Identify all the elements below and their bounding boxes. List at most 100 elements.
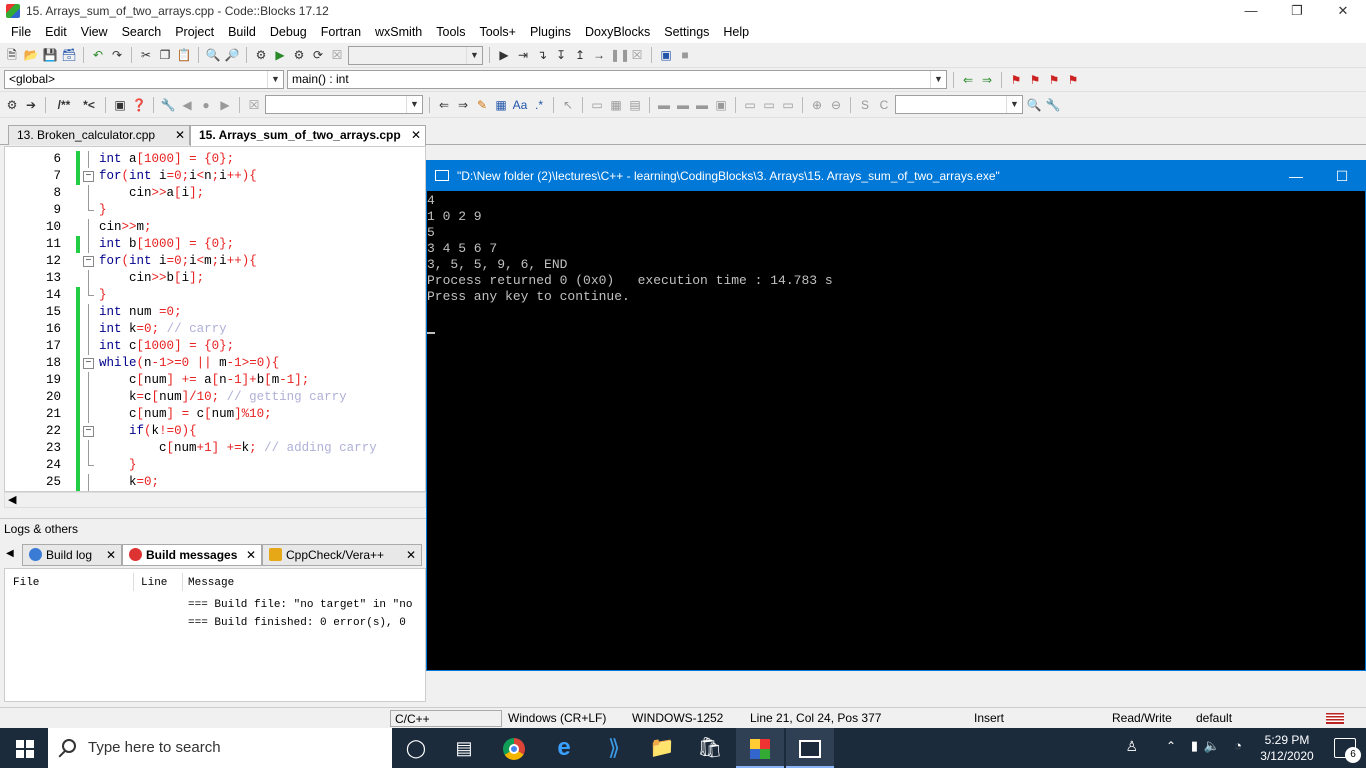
copy-icon[interactable]: ❐ bbox=[157, 47, 173, 63]
start-button[interactable] bbox=[0, 728, 48, 768]
code-line[interactable]: 9} bbox=[5, 202, 425, 219]
code-line[interactable]: 14} bbox=[5, 287, 425, 304]
console-taskbar-icon[interactable] bbox=[786, 728, 834, 768]
scope-select[interactable]: <global> ▼ bbox=[4, 70, 284, 89]
html-help-icon[interactable]: ▣ bbox=[112, 97, 128, 113]
shape-4-icon[interactable]: ▣ bbox=[713, 97, 729, 113]
editor-horizontal-scrollbar[interactable]: ◀ bbox=[4, 492, 426, 508]
chevron-up-icon[interactable]: ⌃ bbox=[1166, 739, 1176, 753]
column-message[interactable]: Message bbox=[188, 577, 234, 589]
code-line[interactable]: 6 int a[1000] = {0}; bbox=[5, 151, 425, 168]
close-icon[interactable]: ✕ bbox=[246, 545, 256, 566]
taskbar-search-input[interactable]: Type here to search bbox=[48, 728, 392, 768]
file-explorer-icon[interactable]: 📁 bbox=[638, 728, 686, 768]
tabs-scroll-left-icon[interactable]: ◀ bbox=[6, 548, 14, 559]
tab-broken-calculator[interactable]: 13. Broken_calculator.cpp ✕ bbox=[8, 125, 190, 145]
tab-cppcheck[interactable]: CppCheck/Vera++ ✕ bbox=[262, 544, 422, 566]
menu-tools-plus[interactable]: Tools+ bbox=[472, 22, 522, 43]
shape-7-icon[interactable]: ▭ bbox=[780, 97, 796, 113]
code-line[interactable]: 22 − if(k!=0){ bbox=[5, 423, 425, 440]
line-comment-button[interactable]: *< bbox=[79, 97, 99, 113]
find-icon[interactable]: 🔍 bbox=[205, 47, 221, 63]
volume-icon[interactable]: 🔈 bbox=[1204, 738, 1220, 754]
menu-search[interactable]: Search bbox=[115, 22, 169, 43]
rectangle-icon[interactable]: ▭ bbox=[589, 97, 605, 113]
tab-arrays-sum[interactable]: 15. Arrays_sum_of_two_arrays.cpp ✕ bbox=[190, 125, 426, 146]
highlight-icon[interactable]: ✎ bbox=[474, 97, 490, 113]
shape-6-icon[interactable]: ▭ bbox=[761, 97, 777, 113]
menu-build[interactable]: Build bbox=[221, 22, 263, 43]
console-maximize-button[interactable]: ☐ bbox=[1319, 161, 1365, 191]
clear-search-icon[interactable]: ☒ bbox=[246, 97, 262, 113]
task-view-icon[interactable]: ▤ bbox=[440, 728, 488, 768]
fold-minus-icon[interactable]: − bbox=[83, 358, 94, 369]
code-line[interactable]: 19 c[num] += a[n-1]+b[m-1]; bbox=[5, 372, 425, 389]
various-info-icon[interactable]: ■ bbox=[677, 47, 693, 63]
menu-settings[interactable]: Settings bbox=[657, 22, 716, 43]
replace-icon[interactable]: 🔎 bbox=[224, 47, 240, 63]
store-icon[interactable]: 🛍 bbox=[686, 728, 734, 768]
search-next-icon[interactable]: ⇒ bbox=[455, 97, 471, 113]
menu-plugins[interactable]: Plugins bbox=[523, 22, 578, 43]
redo-icon[interactable]: ↷ bbox=[109, 47, 125, 63]
code-line[interactable]: 13 cin>>b[i]; bbox=[5, 270, 425, 287]
tab-build-log[interactable]: Build log ✕ bbox=[22, 544, 122, 566]
code-line[interactable]: 15 int num =0; bbox=[5, 304, 425, 321]
c-icon[interactable]: C bbox=[876, 97, 892, 113]
function-select[interactable]: main() : int ▼ bbox=[287, 70, 947, 89]
match-case-icon[interactable]: Aa bbox=[512, 97, 528, 113]
zoom-out-icon[interactable]: ⊖ bbox=[828, 97, 844, 113]
cut-icon[interactable]: ✂ bbox=[138, 47, 154, 63]
shape-2-icon[interactable]: ▬ bbox=[675, 97, 691, 113]
debug-start-icon[interactable]: ▶ bbox=[496, 47, 512, 63]
menu-fortran[interactable]: Fortran bbox=[314, 22, 368, 43]
close-icon[interactable]: ✕ bbox=[106, 545, 116, 566]
code-line[interactable]: 23 c[num+1] +=k; // adding carry bbox=[5, 440, 425, 457]
vscode-icon[interactable]: ⟫ bbox=[590, 728, 638, 768]
save-icon[interactable]: 💾 bbox=[42, 47, 58, 63]
build-and-run-icon[interactable]: ⚙ bbox=[291, 47, 307, 63]
image-icon[interactable]: ▦ bbox=[608, 97, 624, 113]
abort-icon[interactable]: ☒ bbox=[329, 47, 345, 63]
run-to-cursor-icon[interactable]: ⇥ bbox=[515, 47, 531, 63]
text-box-icon[interactable]: ▤ bbox=[627, 97, 643, 113]
incremental-search-input[interactable]: ▼ bbox=[265, 95, 423, 114]
next-bookmark-icon[interactable]: ⚑ bbox=[1046, 72, 1062, 88]
close-icon[interactable]: ✕ bbox=[406, 545, 416, 566]
console-window[interactable]: "D:\New folder (2)\lectures\C++ - learni… bbox=[426, 160, 1366, 671]
block-comment-button[interactable]: /** bbox=[52, 97, 76, 113]
menu-tools[interactable]: Tools bbox=[429, 22, 472, 43]
cortana-icon[interactable]: ◯ bbox=[392, 728, 440, 768]
code-line[interactable]: 7 − for(int i=0;i<n;i++){ bbox=[5, 168, 425, 185]
paste-icon[interactable]: 📋 bbox=[176, 47, 192, 63]
battery-icon[interactable]: ▮ bbox=[1191, 738, 1198, 754]
code-line[interactable]: 11 int b[1000] = {0}; bbox=[5, 236, 425, 253]
next-instruction-icon[interactable]: → bbox=[591, 47, 607, 63]
shape-3-icon[interactable]: ▬ bbox=[694, 97, 710, 113]
next-line-icon[interactable]: ↴ bbox=[534, 47, 550, 63]
stop-debug-icon[interactable]: ☒ bbox=[629, 47, 645, 63]
run-icon[interactable]: ▶ bbox=[272, 47, 288, 63]
doxywizard-icon[interactable]: ⚙ bbox=[4, 97, 20, 113]
open-folder-icon[interactable]: 📂 bbox=[23, 47, 39, 63]
s-icon[interactable]: S bbox=[857, 97, 873, 113]
code-line[interactable]: 20 k=c[num]/10; // getting carry bbox=[5, 389, 425, 406]
code-editor[interactable]: 6 int a[1000] = {0}; 7− for(int i=0;i<n;i++… bbox=[4, 146, 426, 492]
codeblocks-taskbar-icon[interactable] bbox=[736, 728, 784, 768]
selected-text-icon[interactable]: ▦ bbox=[493, 97, 509, 113]
prev-bookmark-icon[interactable]: ⚑ bbox=[1027, 72, 1043, 88]
prev-icon[interactable]: ◀ bbox=[179, 97, 195, 113]
pointer-icon[interactable]: ↖ bbox=[560, 97, 576, 113]
close-button[interactable]: ✕ bbox=[1320, 0, 1366, 22]
code-line[interactable]: 24 } bbox=[5, 457, 425, 474]
save-all-icon[interactable]: 🗃 bbox=[61, 47, 77, 63]
wifi-icon[interactable]: ◔ bbox=[1234, 738, 1242, 753]
menu-doxyblocks[interactable]: DoxyBlocks bbox=[578, 22, 657, 43]
undo-icon[interactable]: ↶ bbox=[90, 47, 106, 63]
menu-project[interactable]: Project bbox=[168, 22, 221, 43]
debug-windows-icon[interactable]: ▣ bbox=[658, 47, 674, 63]
shape-5-icon[interactable]: ▭ bbox=[742, 97, 758, 113]
new-file-icon[interactable]: 🗎 bbox=[4, 47, 20, 63]
close-icon[interactable]: ✕ bbox=[411, 126, 421, 145]
menu-help[interactable]: Help bbox=[716, 22, 756, 43]
